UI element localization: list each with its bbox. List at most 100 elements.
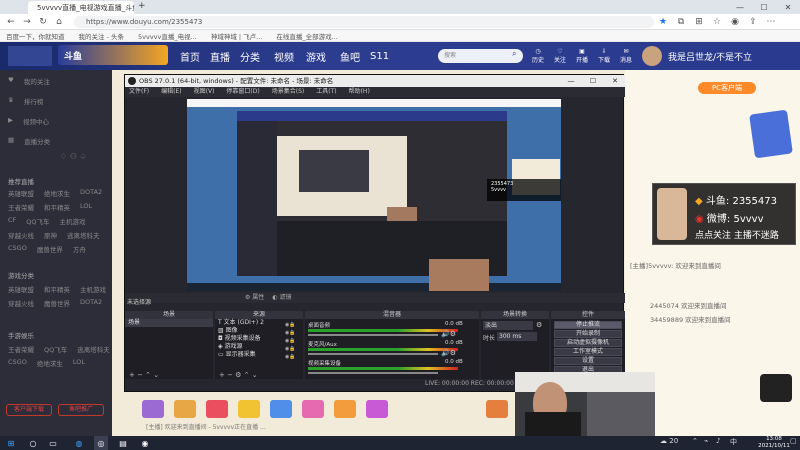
gift-item[interactable] bbox=[486, 400, 508, 418]
sidebar-row[interactable]: 穿越火线 魔兽世界 DOTA2 bbox=[8, 298, 102, 308]
nav-home[interactable]: 首页 bbox=[180, 48, 200, 64]
profile-icon[interactable]: ◉ bbox=[728, 14, 742, 30]
category-link[interactable]: 逃离塔科夫 bbox=[67, 230, 100, 240]
category-link[interactable]: 英雄联盟 bbox=[8, 284, 34, 294]
bookmark-item[interactable]: 我的关注 - 头条 bbox=[79, 31, 124, 41]
speaker-icon[interactable]: 🔊⚙ bbox=[441, 349, 456, 357]
network-icon[interactable]: ⌁ bbox=[704, 437, 708, 445]
minimize-icon[interactable]: — bbox=[728, 0, 752, 14]
forward-icon[interactable]: → bbox=[20, 14, 34, 30]
follow-icon[interactable]: ♡ 关注 bbox=[552, 48, 568, 66]
sidebar-row[interactable]: 王者荣耀 和平精英 LOL bbox=[8, 202, 92, 212]
scene-item[interactable]: 场景 bbox=[125, 319, 213, 327]
virtual-camera-button[interactable]: 启动虚拟摄像机 bbox=[554, 339, 622, 347]
steam-icon[interactable]: ◉ bbox=[138, 436, 152, 450]
bookmark-item[interactable]: 百度一下，你就知道 bbox=[6, 31, 65, 41]
obs-menu-item[interactable]: 工具(T) bbox=[316, 87, 336, 97]
studio-mode-button[interactable]: 工作室模式 bbox=[554, 348, 622, 356]
category-link[interactable]: 魔兽世界 bbox=[44, 298, 70, 308]
source-visibility-icons[interactable]: ◉🔒 ◉🔒 ◉🔒 ◉🔒 ◉🔒 bbox=[285, 321, 296, 361]
obs-menu-item[interactable]: 视图(V) bbox=[194, 87, 215, 97]
back-icon[interactable]: ← bbox=[4, 14, 18, 30]
search-icon[interactable]: ⌕ bbox=[512, 49, 516, 59]
extensions-icon[interactable]: ⧉ bbox=[674, 14, 688, 30]
favorites-icon[interactable]: ☆ bbox=[710, 14, 724, 30]
task-view-icon[interactable]: ▭ bbox=[46, 436, 60, 450]
settings-button[interactable]: 设置 bbox=[554, 357, 622, 365]
nav-yuba[interactable]: 鱼吧 bbox=[340, 48, 360, 64]
history-icon[interactable]: ◷ 历史 bbox=[530, 48, 546, 66]
filters-button[interactable]: ◐ 滤镜 bbox=[272, 293, 291, 303]
share-icon[interactable]: ⇪ bbox=[746, 14, 760, 30]
category-link[interactable]: DOTA2 bbox=[80, 188, 102, 198]
message-icon[interactable]: ✉ 消息 bbox=[618, 48, 634, 66]
nav-live[interactable]: 直播 bbox=[210, 48, 230, 64]
category-link[interactable]: CSGO bbox=[8, 358, 27, 368]
bookmark-item[interactable]: 在线直播_全部游戏... bbox=[276, 31, 337, 41]
sidebar-row[interactable]: 王者荣耀 QQ飞车 逃离塔科夫 bbox=[8, 344, 110, 354]
site-search-input[interactable]: 搜索 bbox=[438, 49, 523, 63]
duration-input[interactable]: 300 ms bbox=[497, 332, 537, 341]
close-window-icon[interactable]: ✕ bbox=[776, 0, 800, 14]
sidebar-row[interactable]: 穿越火线 原神 逃离塔科夫 bbox=[8, 230, 100, 240]
sidebar-item[interactable]: ▶ 视频中心 bbox=[8, 116, 49, 126]
sidebar-row[interactable]: CSGO 绝地求生 LOL bbox=[8, 358, 85, 368]
gift-item[interactable] bbox=[238, 400, 260, 418]
volume-slider[interactable] bbox=[308, 372, 438, 374]
transition-select[interactable]: 淡出 bbox=[483, 321, 533, 330]
category-link[interactable]: 穿越火线 bbox=[8, 230, 34, 240]
gift-item[interactable] bbox=[206, 400, 228, 418]
category-link[interactable]: 王者荣耀 bbox=[8, 202, 34, 212]
category-link[interactable]: 主机游戏 bbox=[60, 216, 86, 226]
category-link[interactable]: 主机游戏 bbox=[80, 284, 106, 294]
volume-icon[interactable]: ♪ bbox=[716, 437, 720, 445]
browser-tab-active[interactable]: 5vvvvv直播_电视游戏直播_斗鱼直播 bbox=[28, 1, 134, 14]
input-language[interactable]: 中 bbox=[730, 437, 737, 447]
category-link[interactable]: 逃离塔科夫 bbox=[77, 344, 110, 354]
gift-item[interactable] bbox=[174, 400, 196, 418]
taskbar-search-icon[interactable]: ○ bbox=[26, 436, 40, 450]
category-link[interactable]: DOTA2 bbox=[80, 298, 102, 308]
category-link[interactable]: CF bbox=[8, 216, 16, 226]
notification-icon[interactable]: ▢ bbox=[790, 437, 797, 445]
site-logo[interactable]: 斗鱼 bbox=[58, 45, 168, 65]
gift-item[interactable] bbox=[302, 400, 324, 418]
category-link[interactable]: 和平精英 bbox=[44, 202, 70, 212]
obs-menu-item[interactable]: 帮助(H) bbox=[349, 87, 370, 97]
obs-menu-item[interactable]: 编辑(E) bbox=[161, 87, 181, 97]
address-bar-input[interactable]: https://www.douyu.com/2355473 bbox=[74, 16, 654, 28]
obs-maximize-icon[interactable]: ☐ bbox=[583, 75, 603, 87]
transition-settings-icon[interactable]: ⚙ bbox=[536, 321, 542, 329]
edge-icon[interactable]: ◍ bbox=[72, 436, 86, 450]
tray-chevron-icon[interactable]: ⌃ bbox=[692, 437, 698, 445]
obs-menu-item[interactable]: 文件(F) bbox=[129, 87, 149, 97]
category-link[interactable]: LOL bbox=[80, 202, 92, 212]
gift-item[interactable] bbox=[270, 400, 292, 418]
speaker-icon[interactable]: 🔊⚙ bbox=[441, 330, 456, 338]
yuba-promo-button[interactable]: 鱼吧推广 bbox=[58, 404, 104, 416]
sidebar-item[interactable]: ♥ 我的关注 bbox=[8, 76, 50, 86]
home-icon[interactable]: ⌂ bbox=[52, 14, 66, 30]
category-link[interactable]: LOL bbox=[73, 358, 85, 368]
category-link[interactable]: 英雄联盟 bbox=[8, 188, 34, 198]
category-link[interactable]: QQ飞车 bbox=[44, 344, 67, 354]
category-link[interactable]: 绝地求生 bbox=[37, 358, 63, 368]
new-tab-button[interactable]: + bbox=[138, 1, 146, 11]
bookmark-star-icon[interactable]: ★ bbox=[656, 14, 670, 30]
category-link[interactable]: 魔兽世界 bbox=[37, 244, 63, 254]
obs-minimize-icon[interactable]: — bbox=[561, 75, 581, 87]
category-link[interactable]: 和平精英 bbox=[44, 284, 70, 294]
properties-button[interactable]: ⚙ 属性 bbox=[245, 293, 264, 303]
category-link[interactable]: 绝地求生 bbox=[44, 188, 70, 198]
stop-streaming-button[interactable]: 停止推流 bbox=[554, 321, 622, 329]
avatar[interactable] bbox=[642, 46, 662, 66]
sidebar-row[interactable]: CSGO 魔兽世界 方舟 bbox=[8, 244, 86, 254]
download-icon[interactable]: ⇩ 下载 bbox=[596, 48, 612, 66]
category-link[interactable]: CSGO bbox=[8, 244, 27, 254]
bookmark-item[interactable]: 神域神域 | 飞卢... bbox=[211, 31, 263, 41]
category-link[interactable]: 王者荣耀 bbox=[8, 344, 34, 354]
menu-dots-icon[interactable]: ⋯ bbox=[764, 14, 778, 30]
weather-icon[interactable]: ☁ 20 bbox=[660, 437, 678, 445]
broadcast-icon[interactable]: ▣ 开播 bbox=[574, 48, 590, 66]
sidebar-row[interactable]: CF QQ飞车 主机游戏 bbox=[8, 216, 86, 226]
